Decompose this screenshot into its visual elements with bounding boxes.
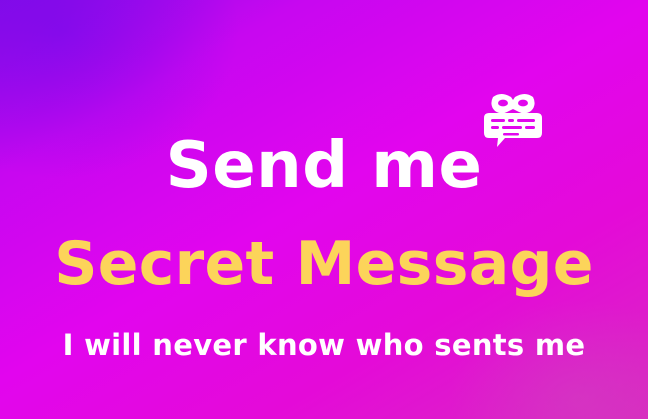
tagline-anonymous: I will never know who sents me bbox=[62, 328, 586, 362]
headline-secret-message: Secret Message bbox=[54, 229, 594, 299]
poster-canvas: Send me Secret Message I will never know… bbox=[0, 0, 648, 419]
headline-send-me: Send me bbox=[165, 129, 483, 203]
secret-message-mask-chat-icon bbox=[484, 94, 542, 147]
